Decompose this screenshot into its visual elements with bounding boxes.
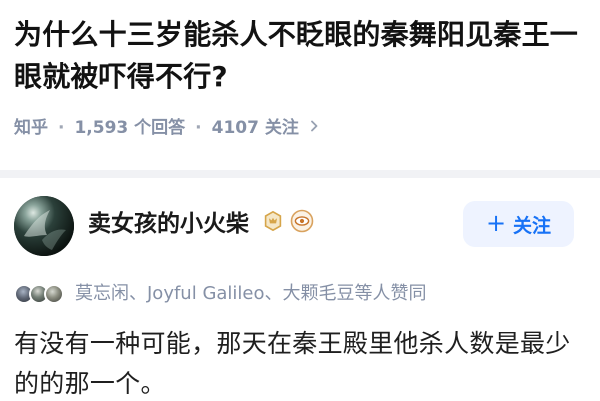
- endorser-avatars: [14, 282, 69, 306]
- follow-button-label: 关注: [513, 214, 552, 237]
- meta-separator-dot: ·: [195, 118, 202, 138]
- plus-icon: +: [485, 209, 507, 237]
- chevron-right-icon[interactable]: [307, 116, 321, 140]
- followers-count[interactable]: 4107 关注: [212, 116, 299, 140]
- endorsement-text: 莫忘闲、Joyful Galileo、大颗毛豆等人赞同: [75, 283, 427, 304]
- source-label: 知乎: [14, 118, 48, 138]
- creator-badge-icon[interactable]: [262, 210, 284, 232]
- question-title[interactable]: 为什么十三岁能杀人不眨眼的秦舞阳见秦王一眼就被吓得不行?: [14, 14, 588, 98]
- author-row: 卖女孩的小火柴 + 关注: [14, 196, 588, 260]
- question-header: 为什么十三岁能杀人不眨眼的秦舞阳见秦王一眼就被吓得不行?: [14, 14, 588, 98]
- author-name[interactable]: 卖女孩的小火柴: [88, 209, 249, 239]
- zhihu-answer-screen: 为什么十三岁能杀人不眨眼的秦舞阳见秦王一眼就被吓得不行? 知乎 · 1,593 …: [0, 0, 600, 401]
- answers-count[interactable]: 1,593 个回答: [74, 116, 185, 140]
- endorser-avatar: [44, 284, 64, 304]
- section-divider: [0, 170, 600, 178]
- avatar[interactable]: [14, 196, 74, 256]
- follow-button[interactable]: + 关注: [463, 201, 574, 247]
- eye-badge-icon[interactable]: [290, 209, 314, 233]
- question-meta-row: 知乎 · 1,593 个回答 · 4107 关注: [14, 116, 321, 140]
- answer-body[interactable]: 有没有一种可能，那天在秦王殿里他杀人数是最少的的那一个。: [14, 324, 580, 401]
- meta-separator-dot: ·: [58, 118, 65, 138]
- endorsement-row[interactable]: 莫忘闲、Joyful Galileo、大颗毛豆等人赞同: [14, 282, 427, 306]
